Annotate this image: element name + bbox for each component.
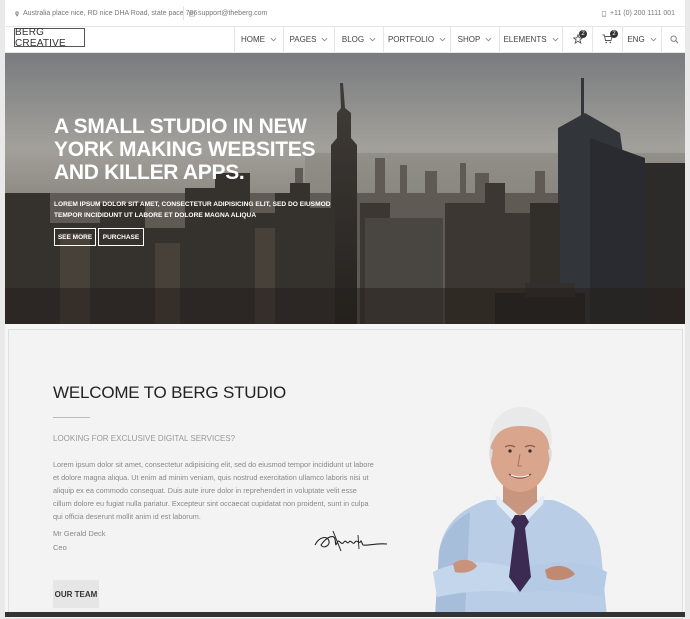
nav-label: HOME — [241, 34, 265, 44]
cart-button[interactable]: 2 — [592, 26, 622, 52]
address-info: Australia place nice, RD nice DHA Road, … — [14, 10, 197, 17]
title-divider — [53, 417, 90, 418]
purchase-button[interactable]: PURCHASE — [98, 228, 144, 246]
welcome-paragraph: Lorem ipsum dolor sit amet, consectetur … — [53, 458, 398, 523]
wishlist-button[interactable]: 2 — [562, 26, 592, 52]
phone-icon — [601, 10, 607, 17]
nav-item-portfolio[interactable]: PORTFOLIO — [383, 26, 450, 52]
top-info-bar: Australia place nice, RD nice DHA Road, … — [5, 0, 685, 27]
welcome-question: LOOKING FOR EXCLUSIVE DIGITAL SERVICES? — [53, 434, 236, 443]
hero-headline-line: YORK MAKING WEBSITES — [54, 138, 316, 161]
signature-image — [314, 530, 388, 552]
paragraph-line: et dolore magna aliqua. Ut enim ad minim… — [53, 473, 369, 482]
hero-headline: A SMALL STUDIO IN NEW YORK MAKING WEBSIT… — [54, 115, 324, 184]
hero-banner: A SMALL STUDIO IN NEW YORK MAKING WEBSIT… — [5, 53, 685, 324]
hero-headline-line: AND KILLER APPS. — [54, 161, 245, 184]
our-team-button[interactable]: OUR TEAM — [53, 580, 99, 608]
language-label: ENG — [627, 34, 645, 44]
chevron-down-icon — [322, 37, 328, 41]
chevron-down-icon — [270, 37, 277, 41]
see-more-button[interactable]: SEE MORE — [54, 228, 96, 246]
author-role: Ceo — [53, 543, 67, 552]
hero-headline-line: A SMALL STUDIO IN NEW — [54, 115, 307, 138]
email-info[interactable]: support@theberg.com — [189, 10, 267, 17]
main-navbar: BERG CREATIVE HOME PAGES BLOG PORTFOLIO … — [5, 26, 685, 53]
logo[interactable]: BERG CREATIVE — [14, 27, 85, 49]
envelope-icon — [189, 11, 195, 16]
paragraph-line: cillum dolore eu fugiat nulla pariatur. … — [53, 499, 369, 508]
nav-item-shop[interactable]: SHOP — [450, 26, 499, 52]
welcome-title: WELCOME TO BERG STUDIO — [53, 383, 287, 402]
email-text[interactable]: support@theberg.com — [198, 10, 267, 17]
city-skyline-image — [5, 53, 685, 324]
paragraph-line: qui officia deserunt mollit anim id est … — [53, 512, 201, 521]
wishlist-count-badge: 2 — [579, 30, 587, 38]
divider — [183, 6, 184, 20]
nav-item-blog[interactable]: BLOG — [334, 26, 383, 52]
map-pin-icon — [15, 10, 19, 17]
bottom-image-strip — [5, 612, 685, 617]
nav-label: PORTFOLIO — [387, 34, 435, 44]
nav-item-pages[interactable]: PAGES — [283, 26, 334, 52]
nav-item-home[interactable]: HOME — [234, 26, 283, 52]
nav-label: PAGES — [289, 34, 317, 44]
language-selector[interactable]: ENG — [622, 26, 661, 52]
address-text: Australia place nice, RD nice DHA Road, … — [23, 10, 198, 17]
chevron-down-icon — [485, 37, 492, 41]
nav-item-elements[interactable]: ELEMENTS — [499, 26, 562, 52]
hero-subtext: LOREM IPSUM DOLOR SIT AMET, CONSECTETUR … — [54, 199, 331, 221]
nav-label: SHOP — [457, 34, 481, 44]
paragraph-line: aliquip ex ea commodo consequat. Duis au… — [53, 486, 357, 495]
phone-text: +11 (0) 200 1111 001 — [609, 10, 675, 17]
search-icon — [670, 34, 679, 43]
chevron-down-icon — [369, 37, 376, 41]
hero-subtext-line: TEMPOR INCIDIDUNT UT LABORE ET DOLORE MA… — [54, 212, 257, 219]
author-name: Mr Gerald Deck — [53, 529, 106, 538]
nav-label: BLOG — [341, 34, 365, 44]
search-button[interactable] — [661, 26, 687, 52]
chevron-down-icon — [439, 37, 446, 41]
ceo-portrait-image — [433, 407, 607, 617]
phone-info: +11 (0) 200 1111 001 — [601, 10, 675, 17]
cart-count-badge: 2 — [610, 30, 618, 38]
main-menu: HOME PAGES BLOG PORTFOLIO SHOP ELEMENTS — [234, 26, 687, 52]
chevron-down-icon — [552, 37, 558, 41]
paragraph-line: Lorem ipsum dolor sit amet, consectetur … — [53, 460, 374, 469]
nav-label: ELEMENTS — [503, 34, 547, 44]
hero-subtext-line: LOREM IPSUM DOLOR SIT AMET, CONSECTETUR … — [54, 201, 331, 208]
chevron-down-icon — [650, 37, 657, 41]
welcome-section: WELCOME TO BERG STUDIO LOOKING FOR EXCLU… — [5, 324, 685, 619]
page: Australia place nice, RD nice DHA Road, … — [5, 0, 685, 619]
